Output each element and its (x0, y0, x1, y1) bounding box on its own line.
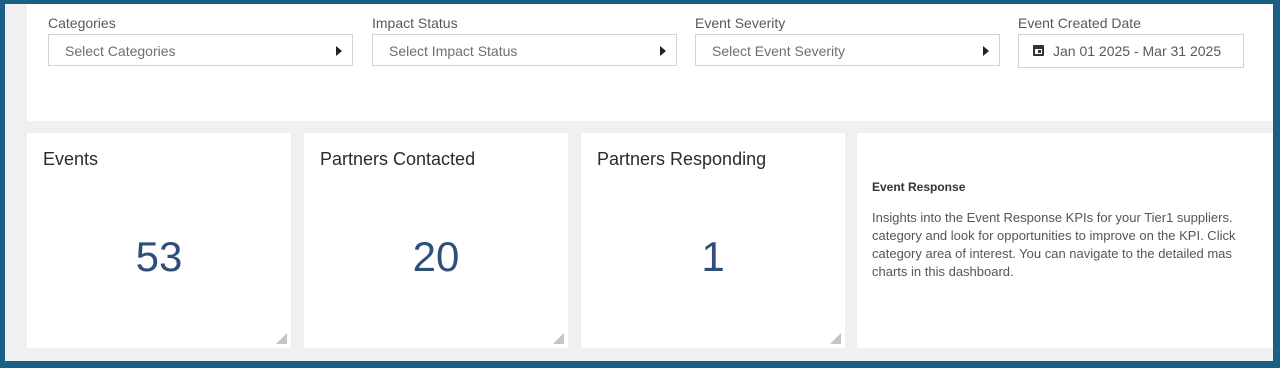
kpi-title: Partners Contacted (320, 149, 476, 169)
impact-status-select[interactable]: Select Impact Status (372, 34, 677, 66)
impact-status-placeholder: Select Impact Status (389, 43, 518, 59)
event-created-date-filter: Event Created Date Jan 01 2025 - Mar 31 … (1018, 12, 1244, 68)
date-range-picker[interactable]: Jan 01 2025 - Mar 31 2025 (1018, 34, 1244, 68)
caret-right-icon (660, 46, 666, 56)
info-line: Insights into the Event Response KPIs fo… (872, 210, 1233, 225)
categories-placeholder: Select Categories (65, 43, 176, 59)
kpi-title: Partners Responding (597, 149, 767, 169)
impact-status-label: Impact Status (372, 15, 458, 31)
info-line: category and look for opportunities to i… (872, 228, 1236, 243)
categories-select[interactable]: Select Categories (48, 34, 353, 66)
caret-right-icon (983, 46, 989, 56)
resize-handle-icon[interactable] (276, 333, 287, 344)
kpi-value: 20 (412, 233, 460, 280)
event-severity-filter: Event Severity Select Event Severity (695, 12, 1000, 66)
event-response-info-card: Event Response Insights into the Event R… (857, 133, 1273, 348)
kpi-value: 1 (701, 233, 725, 280)
calendar-icon (1033, 45, 1044, 56)
event-severity-placeholder: Select Event Severity (712, 43, 846, 59)
info-line: charts in this dashboard. (872, 264, 1014, 279)
impact-status-filter: Impact Status Select Impact Status (372, 12, 677, 66)
info-description: Insights into the Event Response KPIs fo… (872, 209, 1273, 281)
kpi-card-events: Events 53 (27, 133, 291, 348)
caret-right-icon (336, 46, 342, 56)
resize-handle-icon[interactable] (553, 333, 564, 344)
event-severity-label: Event Severity (695, 15, 786, 31)
kpi-title: Events (43, 149, 99, 169)
event-created-date-label: Event Created Date (1018, 15, 1141, 31)
date-range-value: Jan 01 2025 - Mar 31 2025 (1053, 43, 1222, 59)
kpi-value: 53 (135, 233, 183, 280)
info-title: Event Response (872, 180, 966, 194)
categories-filter: Categories Select Categories (48, 12, 353, 66)
info-line: category area of interest. You can navig… (872, 246, 1232, 261)
event-severity-select[interactable]: Select Event Severity (695, 34, 1000, 66)
resize-handle-icon[interactable] (830, 333, 841, 344)
filter-panel: Categories Select Categories Impact Stat… (27, 4, 1273, 121)
kpi-card-partners-contacted: Partners Contacted 20 (304, 133, 568, 348)
dashboard-frame: Categories Select Categories Impact Stat… (5, 4, 1273, 361)
kpi-card-partners-responding: Partners Responding 1 (581, 133, 845, 348)
categories-label: Categories (48, 15, 116, 31)
